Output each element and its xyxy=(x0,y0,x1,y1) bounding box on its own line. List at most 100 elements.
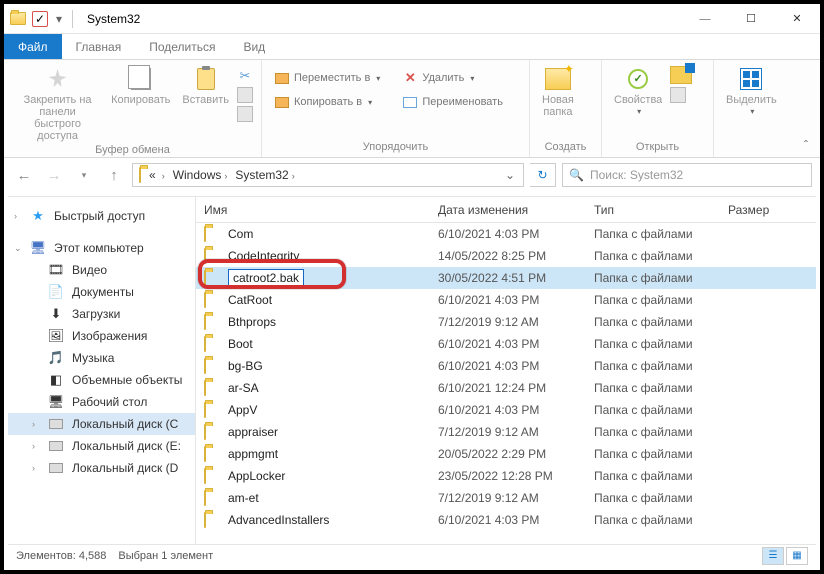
back-button[interactable]: ← xyxy=(12,163,36,187)
maximize-button[interactable]: ☐ xyxy=(728,4,774,34)
delete-icon: ✕ xyxy=(402,70,418,86)
refresh-button[interactable]: ↻ xyxy=(530,163,556,187)
ribbon-group-open: ✓ Свойства ▾ Открыть xyxy=(602,60,714,157)
tab-file[interactable]: Файл xyxy=(4,34,62,59)
open-icon[interactable] xyxy=(670,66,692,84)
titlebar: ✓ ▾ System32 — ☐ ✕ xyxy=(4,4,820,34)
disk-icon xyxy=(48,416,64,432)
view-details-button[interactable]: ☰ xyxy=(762,547,784,565)
tab-share[interactable]: Поделиться xyxy=(135,34,229,59)
sidebar-pictures[interactable]: 🖼Изображения xyxy=(8,325,195,347)
pin-icon xyxy=(44,66,72,92)
edit-icon[interactable] xyxy=(670,87,686,103)
cut-icon[interactable]: ✂ xyxy=(237,68,253,84)
table-row[interactable]: AppV6/10/2021 4:03 PMПапка с файлами xyxy=(196,399,816,421)
breadcrumb-system32[interactable]: System32› xyxy=(231,168,298,182)
copy-button[interactable]: Копировать xyxy=(107,64,174,106)
file-name: CodeIntegrity xyxy=(228,249,438,263)
sidebar-this-pc[interactable]: ⌄🖥Этот компьютер xyxy=(8,237,195,259)
file-date: 6/10/2021 12:24 PM xyxy=(438,381,594,395)
navigation-pane[interactable]: ›★Быстрый доступ ⌄🖥Этот компьютер 🎞Видео… xyxy=(8,197,196,544)
table-row[interactable]: Boot6/10/2021 4:03 PMПапка с файлами xyxy=(196,333,816,355)
file-name: appmgmt xyxy=(228,447,438,461)
properties-button[interactable]: ✓ Свойства ▾ xyxy=(610,64,666,118)
forward-button[interactable]: → xyxy=(42,163,66,187)
search-icon: 🔍 xyxy=(569,168,584,182)
file-type: Папка с файлами xyxy=(594,271,728,285)
ribbon-tabs: Файл Главная Поделиться Вид xyxy=(4,34,820,60)
table-row[interactable]: CodeIntegrity14/05/2022 8:25 PMПапка с ф… xyxy=(196,245,816,267)
file-date: 7/12/2019 9:12 AM xyxy=(438,315,594,329)
file-name: AppLocker xyxy=(228,469,438,483)
file-date: 6/10/2021 4:03 PM xyxy=(438,403,594,417)
table-row[interactable]: appraiser7/12/2019 9:12 AMПапка с файлам… xyxy=(196,421,816,443)
file-name: AdvancedInstallers xyxy=(228,513,438,527)
rename-button[interactable]: Переименовать xyxy=(398,92,507,112)
breadcrumb-prefix[interactable]: «› xyxy=(145,168,169,182)
qat-dropdown-icon[interactable]: ▾ xyxy=(54,14,64,24)
sidebar-quick-access[interactable]: ›★Быстрый доступ xyxy=(8,205,195,227)
sidebar-disk-d[interactable]: ›Локальный диск (D xyxy=(8,457,195,479)
file-type: Папка с файлами xyxy=(594,403,728,417)
table-row[interactable]: catroot2.bak30/05/2022 4:51 PMПапка с фа… xyxy=(196,267,816,289)
close-button[interactable]: ✕ xyxy=(774,4,820,34)
ribbon-collapse-button[interactable]: ˆ xyxy=(798,137,814,153)
breadcrumb[interactable]: «› Windows› System32› ⌄ xyxy=(132,163,524,187)
table-row[interactable]: CatRoot6/10/2021 4:03 PMПапка с файлами xyxy=(196,289,816,311)
col-name[interactable]: Имя xyxy=(204,203,438,217)
pin-button[interactable]: Закрепить на панели быстрого доступа xyxy=(12,64,103,142)
tab-home[interactable]: Главная xyxy=(62,34,136,59)
sidebar-disk-c[interactable]: ›Локальный диск (C xyxy=(8,413,195,435)
rename-input[interactable]: catroot2.bak xyxy=(228,269,304,287)
select-icon xyxy=(737,66,765,92)
view-icons-button[interactable]: ▦ xyxy=(786,547,808,565)
table-row[interactable]: Com6/10/2021 4:03 PMПапка с файлами xyxy=(196,223,816,245)
table-row[interactable]: am-et7/12/2019 9:12 AMПапка с файлами xyxy=(196,487,816,509)
ribbon-group-select: Выделить ▾ ˆ xyxy=(714,60,820,157)
sidebar-disk-e[interactable]: ›Локальный диск (E: xyxy=(8,435,195,457)
documents-icon: 📄 xyxy=(48,284,64,300)
minimize-button[interactable]: — xyxy=(682,4,728,34)
file-list[interactable]: Имя Дата изменения Тип Размер Com6/10/20… xyxy=(196,197,816,544)
paste-button[interactable]: Вставить xyxy=(178,64,233,106)
col-date[interactable]: Дата изменения xyxy=(438,203,594,217)
file-type: Папка с файлами xyxy=(594,425,728,439)
address-dropdown-icon[interactable]: ⌄ xyxy=(499,168,521,182)
sidebar-3d-objects[interactable]: ◧Объемные объекты xyxy=(8,369,195,391)
table-row[interactable]: appmgmt20/05/2022 2:29 PMПапка с файлами xyxy=(196,443,816,465)
copy-path-icon[interactable] xyxy=(237,87,253,103)
qat-button[interactable]: ✓ xyxy=(32,11,48,27)
pc-icon: 🖥 xyxy=(30,240,46,256)
table-row[interactable]: AppLocker23/05/2022 12:28 PMПапка с файл… xyxy=(196,465,816,487)
col-type[interactable]: Тип xyxy=(594,203,728,217)
properties-icon: ✓ xyxy=(624,66,652,92)
table-row[interactable]: AdvancedInstallers6/10/2021 4:03 PMПапка… xyxy=(196,509,816,531)
table-row[interactable]: ar-SA6/10/2021 12:24 PMПапка с файлами xyxy=(196,377,816,399)
sidebar-videos[interactable]: 🎞Видео xyxy=(8,259,195,281)
sidebar-music[interactable]: 🎵Музыка xyxy=(8,347,195,369)
sidebar-downloads[interactable]: ⬇Загрузки xyxy=(8,303,195,325)
file-type: Папка с файлами xyxy=(594,469,728,483)
tab-view[interactable]: Вид xyxy=(229,34,279,59)
file-date: 6/10/2021 4:03 PM xyxy=(438,513,594,527)
ribbon-group-clipboard: Закрепить на панели быстрого доступа Коп… xyxy=(4,60,262,157)
sidebar-documents[interactable]: 📄Документы xyxy=(8,281,195,303)
paste-shortcut-icon[interactable] xyxy=(237,106,253,122)
copy-to-button[interactable]: Копировать в▾ xyxy=(270,92,384,112)
folder-icon xyxy=(204,491,220,505)
search-input[interactable]: 🔍 Поиск: System32 xyxy=(562,163,812,187)
folder-icon xyxy=(204,315,220,329)
col-size[interactable]: Размер xyxy=(728,203,816,217)
new-folder-button[interactable]: Новая папка xyxy=(538,64,578,118)
delete-button[interactable]: ✕Удалить▾ xyxy=(398,68,507,88)
breadcrumb-windows[interactable]: Windows› xyxy=(169,168,232,182)
table-row[interactable]: bg-BG6/10/2021 4:03 PMПапка с файлами xyxy=(196,355,816,377)
file-type: Папка с файлами xyxy=(594,227,728,241)
recent-dropdown[interactable]: ▾ xyxy=(72,163,96,187)
up-button[interactable]: ↑ xyxy=(102,163,126,187)
table-row[interactable]: Bthprops7/12/2019 9:12 AMПапка с файлами xyxy=(196,311,816,333)
move-to-button[interactable]: Переместить в▾ xyxy=(270,68,384,88)
breadcrumb-folder-icon xyxy=(139,168,141,182)
sidebar-desktop[interactable]: 🖥Рабочий стол xyxy=(8,391,195,413)
select-button[interactable]: Выделить ▾ xyxy=(722,64,781,118)
